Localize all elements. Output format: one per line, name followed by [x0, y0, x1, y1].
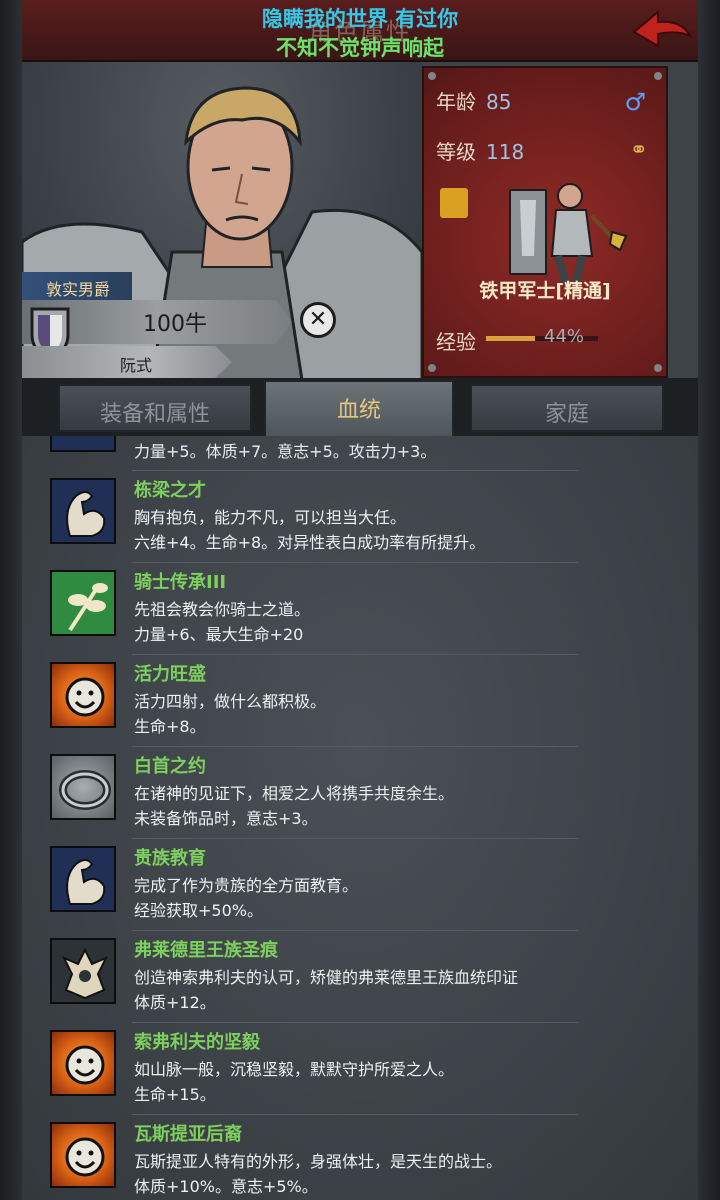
- list-item[interactable]: 弗莱德里王族圣痕 创造神索弗利夫的认可，矫健的弗莱德里王族血统印证 体质+12。: [22, 930, 698, 1028]
- rivet-decoration: [428, 72, 436, 80]
- row-divider: [132, 562, 578, 563]
- list-item[interactable]: 活力旺盛 活力四射，做什么都积极。 生命+8。: [22, 654, 698, 752]
- trait-description: 完成了作为贵族的全方面教育。: [134, 876, 359, 895]
- back-button[interactable]: [630, 6, 694, 56]
- right-border: [698, 0, 720, 1200]
- list-item[interactable]: 瓦斯提亚后裔 瓦斯提亚人特有的外形，身强体壮，是天生的战士。 体质+10%。意志…: [22, 1114, 698, 1200]
- crest-icon: [50, 938, 116, 1004]
- level-value: 118: [486, 140, 525, 164]
- trait-description: 活力四射，做什么都积极。: [134, 692, 327, 711]
- trait-name: 活力旺盛: [134, 664, 206, 685]
- trait-effect: 体质+10%。意志+5%。: [134, 1177, 318, 1196]
- age-label: 年龄: [436, 90, 476, 114]
- partial-trait-desc: 力量+5。体质+7。意志+5。攻击力+3。: [134, 442, 437, 461]
- close-icon: ✕: [308, 307, 328, 332]
- trait-effect: 体质+12。: [134, 993, 216, 1012]
- trait-description: 在诸神的见证下，相爱之人将携手共度余生。: [134, 784, 455, 803]
- dismiss-button[interactable]: ✕: [300, 302, 336, 338]
- trait-description: 先祖会教会你骑士之道。: [134, 600, 311, 619]
- smiley-sun-icon: [50, 1030, 116, 1096]
- exp-label: 经验: [436, 330, 476, 354]
- list-item[interactable]: 栋梁之才 胸有抱负，能力不凡，可以担当大任。 六维+4。生命+8。对异性表白成功…: [22, 470, 698, 568]
- row-divider: [132, 930, 578, 931]
- row-divider: [132, 654, 578, 655]
- trait-name: 贵族教育: [134, 848, 206, 869]
- ring-icon: [50, 754, 116, 820]
- lyric-overlay-line2: 不知不觉钟声响起: [276, 36, 444, 60]
- rank-star-icon[interactable]: [440, 188, 468, 218]
- smiley-sun-icon: [50, 662, 116, 728]
- list-item[interactable]: 索弗利夫的坚毅 如山脉一般，沉稳坚毅，默默守护所爱之人。 生命+15。: [22, 1022, 698, 1120]
- tab-equipment[interactable]: 装备和属性: [58, 384, 252, 432]
- row-divider: [132, 1022, 578, 1023]
- trait-description: 胸有抱负，能力不凡，可以担当大任。: [134, 508, 407, 527]
- trait-name: 索弗利夫的坚毅: [134, 1032, 260, 1053]
- wealth-value: 100牛: [143, 312, 207, 337]
- exp-percent: 44%: [544, 326, 585, 347]
- rivet-decoration: [428, 364, 436, 372]
- leaf-branch-icon: [50, 570, 116, 636]
- back-arrow-icon: [632, 9, 693, 48]
- tab-bar: 装备和属性 血统 家庭: [22, 378, 698, 438]
- trait-effect: 六维+4。生命+8。对异性表白成功率有所提升。: [134, 533, 486, 552]
- row-divider: [132, 470, 578, 471]
- knight-class-figure[interactable]: [500, 176, 630, 288]
- exp-progress-fill: [486, 336, 536, 341]
- noble-title-badge: 敦实男爵: [22, 272, 132, 300]
- trait-description: 如山脉一般，沉稳坚毅，默默守护所爱之人。: [134, 1060, 455, 1079]
- tab-family[interactable]: 家庭: [470, 384, 664, 432]
- trait-effect: 经验获取+50%。: [134, 901, 263, 920]
- male-icon: ♂: [624, 88, 646, 116]
- level-label: 等级: [436, 140, 476, 164]
- list-item[interactable]: 贵族教育 完成了作为贵族的全方面教育。 经验获取+50%。: [22, 838, 698, 936]
- rivet-decoration: [654, 72, 662, 80]
- trait-name: 骑士传承III: [134, 572, 227, 593]
- trait-effect: 力量+6、最大生命+20: [134, 625, 304, 644]
- trait-name: 白首之约: [134, 756, 206, 777]
- class-name: 铁甲军士[精通]: [479, 280, 611, 302]
- trait-description: 创造神索弗利夫的认可，矫健的弗莱德里王族血统印证: [134, 968, 519, 987]
- row-divider: [132, 746, 578, 747]
- stats-panel: 年龄 85 ♂ 等级 118 ⚭ 铁甲军士[精通] 经验 44%: [422, 66, 668, 378]
- left-border: [0, 0, 22, 1200]
- trait-effect: 未装备饰品时，意志+3。: [134, 809, 318, 828]
- trait-description: 瓦斯提亚人特有的外形，身强体壮，是天生的战士。: [134, 1152, 503, 1171]
- row-divider: [132, 1114, 578, 1115]
- trait-name: 瓦斯提亚后裔: [134, 1124, 242, 1145]
- house-name: 阮式: [120, 356, 153, 375]
- trait-name: 栋梁之才: [134, 480, 206, 501]
- lyric-overlay-line1: 隐瞒我的世界 有过你: [261, 7, 459, 31]
- wedding-rings-icon: ⚭: [629, 138, 648, 163]
- trait-effect: 生命+15。: [134, 1085, 216, 1104]
- age-row: 年龄 85: [436, 86, 511, 115]
- trait-effect: 生命+8。: [134, 717, 206, 736]
- list-item[interactable]: 骑士传承III 先祖会教会你骑士之道。 力量+6、最大生命+20: [22, 562, 698, 660]
- smiley-sun-icon: [50, 1122, 116, 1188]
- tab-bloodline[interactable]: 血统: [264, 380, 454, 438]
- trait-name: 弗莱德里王族圣痕: [134, 940, 278, 961]
- flexed-arm-icon: [50, 436, 116, 452]
- level-row: 等级 118: [436, 136, 524, 165]
- list-item[interactable]: 白首之约 在诸神的见证下，相爱之人将携手共度余生。 未装备饰品时，意志+3。: [22, 746, 698, 844]
- trait-list[interactable]: 力量+5。体质+7。意志+5。攻击力+3。 栋梁之才 胸有抱负，能力不凡，可以担…: [22, 436, 698, 1200]
- flexed-arm-icon: [50, 846, 116, 912]
- rivet-decoration: [654, 364, 662, 372]
- row-divider: [132, 838, 578, 839]
- flexed-arm-icon: [50, 478, 116, 544]
- age-value: 85: [486, 90, 512, 114]
